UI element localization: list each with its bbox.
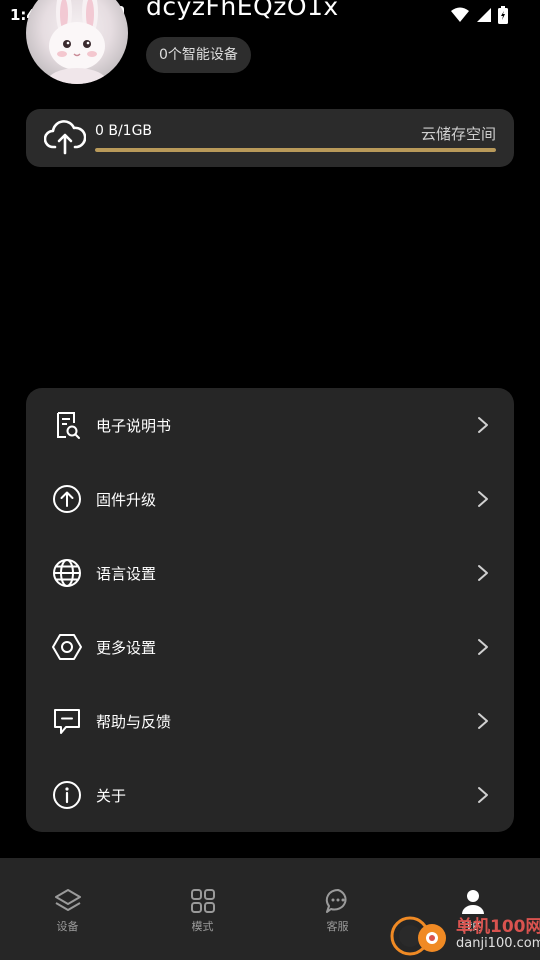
feedback-icon	[52, 706, 82, 736]
nav-label: 客服	[326, 920, 349, 933]
watermark: 单机100网 danji100.com	[388, 910, 540, 960]
watermark-logo	[390, 916, 446, 956]
avatar[interactable]	[26, 0, 128, 84]
nav-tab-support[interactable]: 客服	[270, 858, 405, 960]
chevron-right-icon	[478, 565, 488, 581]
menu-item-more-settings[interactable]: 更多设置	[26, 610, 514, 684]
menu-item-help-feedback[interactable]: 帮助与反馈	[26, 684, 514, 758]
menu-item-language[interactable]: 语言设置	[26, 536, 514, 610]
menu-item-label: 更多设置	[96, 638, 157, 657]
hexagon-settings-icon	[52, 632, 82, 662]
chevron-right-icon	[478, 491, 488, 507]
system-icons	[450, 6, 508, 24]
menu-item-label: 电子说明书	[96, 416, 172, 435]
chevron-right-icon	[478, 713, 488, 729]
chevron-right-icon	[478, 417, 488, 433]
cloud-storage-card[interactable]: 0 B/1GB 云储存空间	[26, 109, 514, 167]
nav-tab-devices[interactable]: 设备	[0, 858, 135, 960]
storage-progress-bar	[95, 148, 496, 152]
settings-menu: 电子说明书 固件升级 语言设置 更多设置 帮助与反馈 关于	[26, 388, 514, 832]
storage-used-label: 0 B/1GB	[95, 123, 153, 139]
menu-item-about[interactable]: 关于	[26, 758, 514, 832]
layers-icon	[54, 887, 82, 915]
manual-icon	[52, 410, 82, 440]
bunny-avatar-image	[47, 0, 107, 84]
menu-item-label: 固件升级	[96, 490, 157, 509]
watermark-brand: 单机100网	[456, 917, 540, 937]
nav-label: 模式	[191, 920, 214, 933]
menu-item-firmware-upgrade[interactable]: 固件升级	[26, 462, 514, 536]
device-count-chip[interactable]: 0个智能设备	[146, 37, 251, 73]
storage-title: 云储存空间	[420, 125, 496, 143]
signal-icon	[477, 8, 491, 22]
globe-icon	[52, 558, 82, 588]
info-icon	[52, 780, 82, 810]
chevron-right-icon	[478, 639, 488, 655]
menu-item-label: 帮助与反馈	[96, 712, 172, 731]
storage-progress-fill	[95, 148, 496, 152]
upgrade-icon	[52, 484, 82, 514]
chevron-right-icon	[478, 787, 488, 803]
battery-icon	[498, 6, 508, 24]
menu-item-label: 语言设置	[96, 564, 157, 583]
cloud-upload-icon	[44, 120, 86, 155]
wifi-icon	[451, 7, 469, 22]
nav-tab-modes[interactable]: 模式	[135, 858, 270, 960]
chat-icon	[324, 887, 352, 915]
menu-item-label: 关于	[96, 786, 127, 805]
watermark-url: danji100.com	[456, 936, 540, 951]
grid-icon	[189, 887, 217, 915]
username: dcyzFhEQzO1x	[146, 0, 339, 21]
nav-label: 设备	[56, 920, 79, 933]
menu-item-manual[interactable]: 电子说明书	[26, 388, 514, 462]
